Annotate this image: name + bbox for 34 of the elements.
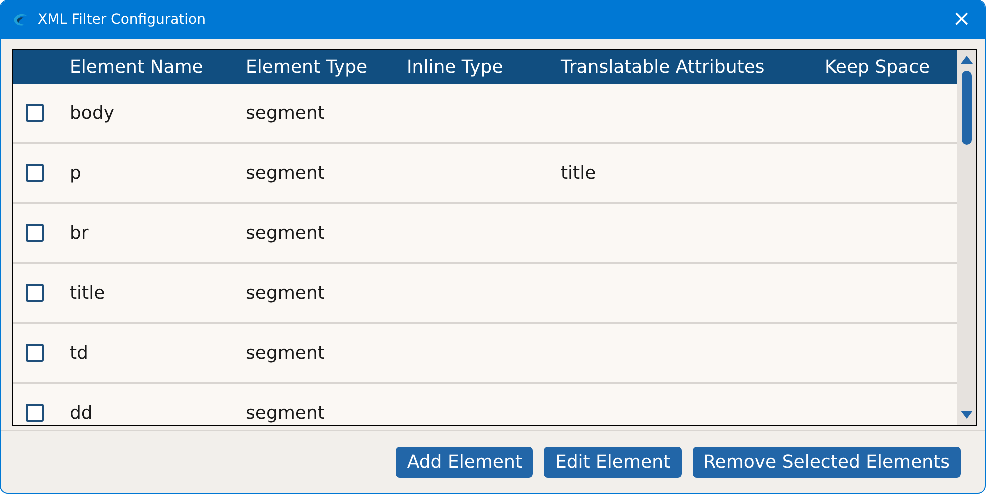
table-cell-text: dd bbox=[70, 402, 94, 424]
column-header: Inline Type bbox=[407, 56, 504, 78]
table-cell-text: p bbox=[70, 162, 82, 184]
row-checkbox[interactable] bbox=[26, 344, 44, 362]
column-header: Element Type bbox=[246, 56, 369, 78]
table-cell-text: td bbox=[70, 342, 90, 364]
row-checkbox[interactable] bbox=[26, 104, 44, 122]
row-checkbox[interactable] bbox=[26, 284, 44, 302]
action-button[interactable]: Remove Selected Elements bbox=[692, 446, 961, 478]
column-header: Keep Space bbox=[825, 56, 932, 78]
table-cell-text: segment bbox=[246, 282, 326, 304]
table-cell-text: segment bbox=[246, 162, 326, 184]
close-button[interactable]: × bbox=[948, 9, 975, 31]
row-checkbox[interactable] bbox=[26, 164, 44, 182]
window-title: XML Filter Configuration bbox=[38, 12, 207, 28]
row-checkbox[interactable] bbox=[26, 224, 44, 242]
table-cell-text: title bbox=[70, 282, 106, 304]
row-checkbox[interactable] bbox=[26, 404, 44, 422]
table-cell-text: body bbox=[70, 102, 116, 124]
table-cell-text: segment bbox=[246, 342, 326, 364]
action-button[interactable]: Add Element bbox=[396, 446, 534, 478]
action-button[interactable]: Edit Element bbox=[544, 446, 682, 478]
column-header: Element Name bbox=[70, 56, 204, 78]
table-cell-text: title bbox=[561, 162, 598, 184]
table-cell-text: segment bbox=[246, 222, 326, 244]
column-header: Translatable Attributes bbox=[561, 56, 766, 78]
app-logo-icon bbox=[12, 13, 28, 27]
scroll-down-icon[interactable] bbox=[960, 411, 972, 419]
table-cell-text: br bbox=[70, 222, 90, 244]
scroll-thumb[interactable] bbox=[962, 71, 972, 145]
scroll-up-icon[interactable] bbox=[960, 56, 972, 64]
table-cell-text: segment bbox=[246, 402, 326, 424]
scrollbar[interactable] bbox=[957, 50, 976, 425]
table-cell-text: segment bbox=[246, 102, 326, 124]
